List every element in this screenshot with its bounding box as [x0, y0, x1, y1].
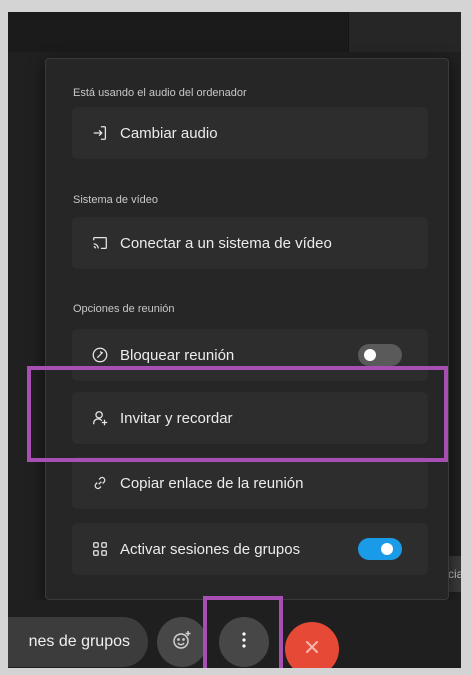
video-area-left [8, 12, 348, 52]
invite-remind-item[interactable]: Invitar y recordar [72, 392, 428, 444]
cast-screen-icon [88, 231, 112, 255]
emoji-add-icon [171, 629, 193, 656]
toggle-knob [381, 543, 393, 555]
enable-breakout-sessions-label: Activar sesiones de grupos [120, 540, 301, 558]
copy-meeting-link-label: Copiar enlace de la reunión [120, 474, 304, 492]
meeting-screen: cia Está usando el audio del ordenador C… [0, 0, 471, 675]
more-vertical-icon [241, 631, 247, 653]
switch-audio-icon [88, 121, 112, 145]
more-options-menu: Está usando el audio del ordenador Cambi… [45, 58, 449, 600]
frame-border-top [0, 0, 471, 12]
reactions-button[interactable] [157, 617, 207, 667]
audio-section-label: Está usando el audio del ordenador [73, 87, 247, 99]
invite-remind-label: Invitar y recordar [120, 409, 233, 427]
video-area-right [348, 12, 462, 52]
link-icon [88, 471, 112, 495]
frame-border-bottom [0, 668, 471, 675]
copy-meeting-link-item[interactable]: Copiar enlace de la reunión [72, 457, 428, 509]
breakout-grid-icon [88, 537, 112, 561]
lock-meeting-toggle[interactable] [358, 344, 402, 366]
change-audio-label: Cambiar audio [120, 124, 218, 142]
lock-circle-icon [88, 343, 112, 367]
lock-meeting-label: Bloquear reunión [120, 346, 235, 364]
change-audio-item[interactable]: Cambiar audio [72, 107, 428, 159]
connect-video-system-label: Conectar a un sistema de vídeo [120, 234, 332, 252]
more-options-button[interactable] [219, 617, 269, 667]
frame-border-left [0, 0, 8, 675]
toggle-knob [364, 349, 376, 361]
breakout-sessions-button-label: nes de grupos [28, 633, 130, 650]
lock-meeting-item[interactable]: Bloquear reunión [72, 329, 428, 381]
connect-video-system-item[interactable]: Conectar a un sistema de vídeo [72, 217, 428, 269]
close-icon [303, 638, 321, 661]
frame-border-right [461, 0, 471, 675]
video-section-label: Sistema de vídeo [73, 194, 158, 206]
breakout-sessions-button[interactable]: nes de grupos [0, 617, 148, 667]
meeting-options-section-label: Opciones de reunión [73, 303, 175, 315]
enable-breakout-sessions-item[interactable]: Activar sesiones de grupos [72, 523, 428, 575]
breakout-sessions-toggle[interactable] [358, 538, 402, 560]
add-person-icon [88, 406, 112, 430]
